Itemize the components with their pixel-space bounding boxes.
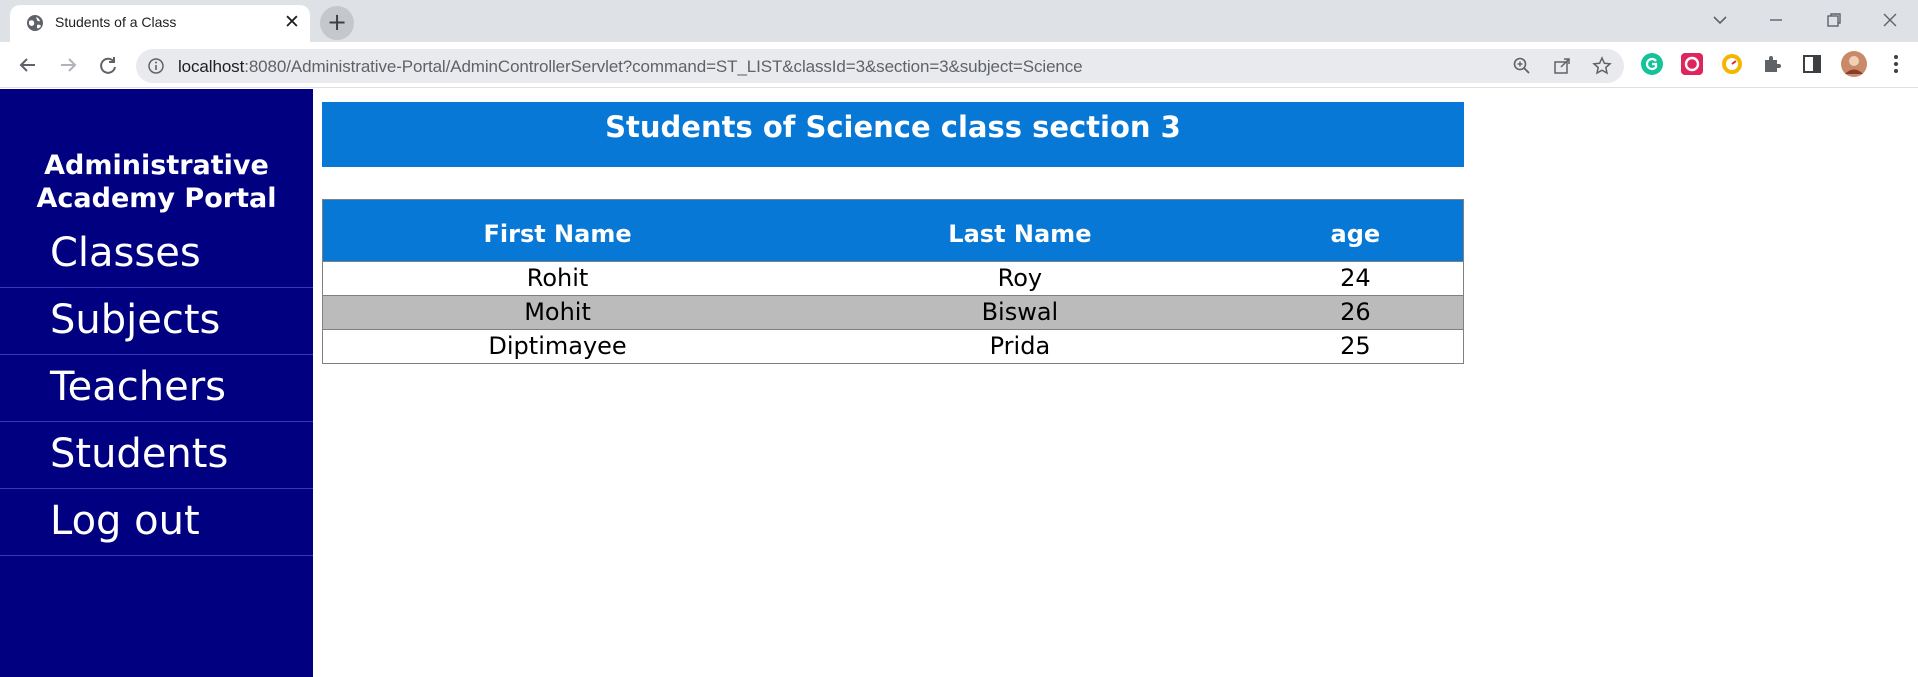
table-header-row: First Name Last Name age (322, 199, 1464, 262)
reload-icon[interactable] (94, 51, 122, 79)
page-title: Students of Science class section 3 (322, 102, 1464, 167)
red-extension-icon[interactable] (1680, 52, 1704, 76)
sidebar-item-subjects[interactable]: Subjects (0, 288, 313, 355)
timer-extension-icon[interactable] (1720, 52, 1744, 76)
bookmark-star-icon[interactable] (1592, 56, 1612, 76)
site-info-icon[interactable] (148, 58, 164, 74)
minimize-icon[interactable] (1764, 8, 1788, 32)
sidebar-item-logout[interactable]: Log out (0, 489, 313, 556)
cell-last-name: Roy (792, 261, 1248, 296)
table-row: Mohit Biswal 26 (322, 295, 1464, 330)
url-text[interactable]: localhost:8080/Administrative-Portal/Adm… (178, 57, 1083, 77)
address-bar[interactable]: localhost:8080/Administrative-Portal/Adm… (136, 49, 1624, 83)
column-header-age: age (1247, 199, 1464, 262)
column-header-first-name: First Name (322, 199, 793, 262)
browser-tab-strip: Students of a Class ✕ + (0, 0, 1918, 42)
tab-search-chevron-icon[interactable] (1708, 8, 1732, 32)
cell-age: 26 (1247, 295, 1464, 330)
kebab-menu-icon[interactable] (1884, 52, 1908, 76)
zoom-icon[interactable] (1512, 56, 1532, 76)
close-window-icon[interactable] (1878, 8, 1902, 32)
browser-tab[interactable]: Students of a Class ✕ (10, 5, 310, 42)
cell-last-name: Biswal (792, 295, 1248, 330)
sidebar-item-teachers[interactable]: Teachers (0, 355, 313, 422)
tab-title: Students of a Class (55, 14, 177, 30)
url-host: localhost (178, 57, 245, 76)
sidebar-item-students[interactable]: Students (0, 422, 313, 489)
brand-line-1: Administrative (44, 150, 269, 181)
globe-icon (27, 15, 43, 31)
cell-last-name: Prida (792, 329, 1248, 364)
students-table: First Name Last Name age Rohit Roy 24 Mo… (322, 199, 1464, 364)
table-row: Rohit Roy 24 (322, 261, 1464, 296)
new-tab-button[interactable]: + (320, 6, 354, 40)
side-panel-icon[interactable] (1800, 52, 1824, 76)
profile-avatar[interactable] (1840, 50, 1868, 78)
column-header-last-name: Last Name (792, 199, 1248, 262)
cell-first-name: Rohit (322, 261, 793, 296)
back-arrow-icon[interactable] (14, 51, 42, 79)
sidebar-item-classes[interactable]: Classes (0, 221, 313, 288)
forward-arrow-icon[interactable] (54, 51, 82, 79)
table-row: Diptimayee Prida 25 (322, 329, 1464, 364)
cell-first-name: Diptimayee (322, 329, 793, 364)
grammarly-extension-icon[interactable] (1640, 52, 1664, 76)
cell-first-name: Mohit (322, 295, 793, 330)
cell-age: 25 (1247, 329, 1464, 364)
brand-title: Administrative Academy Portal (0, 149, 313, 215)
brand-line-2: Academy Portal (36, 183, 277, 214)
browser-toolbar: localhost:8080/Administrative-Portal/Adm… (0, 42, 1918, 88)
share-icon[interactable] (1552, 56, 1572, 76)
tab-close-icon[interactable]: ✕ (280, 10, 304, 34)
cell-age: 24 (1247, 261, 1464, 296)
url-path: :8080/Administrative-Portal/AdminControl… (244, 57, 1083, 76)
extensions-puzzle-icon[interactable] (1760, 52, 1784, 76)
sidebar-nav: Classes Subjects Teachers Students Log o… (0, 221, 313, 556)
sidebar: Administrative Academy Portal Classes Su… (0, 89, 313, 677)
restore-icon[interactable] (1822, 8, 1846, 32)
